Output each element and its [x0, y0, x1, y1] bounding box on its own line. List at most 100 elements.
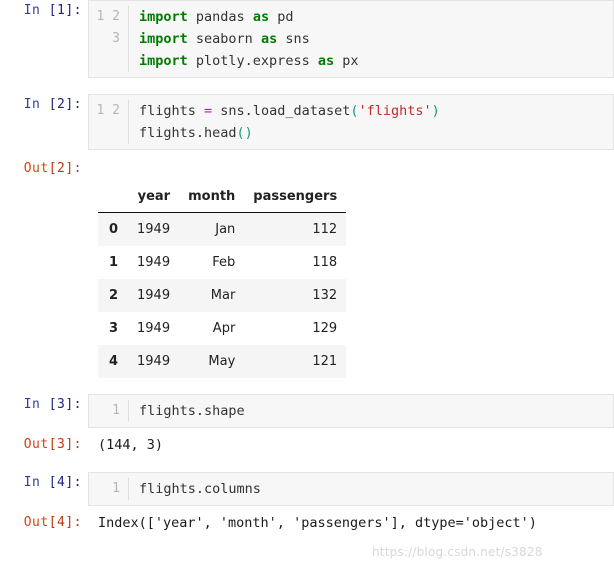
dataframe-cell: Apr — [212, 321, 236, 336]
code-token: as — [252, 9, 270, 25]
dataframe-cell: 1949 — [137, 321, 171, 336]
code-token: pandas — [187, 9, 253, 25]
dataframe-cell: Mar — [210, 288, 236, 303]
line-number-gutter-1: 1 2 3 — [89, 6, 129, 72]
output-text-3: (144, 3) — [98, 437, 164, 453]
code-token: ) — [431, 103, 440, 119]
notebook-output-3: Out[3]: (144, 3) — [0, 434, 614, 456]
dataframe-body: 0 1949 Jan 112 1 1949 Feb 118 2 1949 Mar 132 3 1949 Ap… — [98, 212, 347, 378]
prompt-out-3: Out[3]: — [0, 434, 88, 456]
code-line: import seaborn as sns — [139, 28, 613, 50]
line-number-gutter-2: 1 2 — [89, 100, 129, 144]
code-line: import plotly.express as px — [139, 50, 613, 72]
code-editor-4[interactable]: 1 flights.columns — [88, 472, 614, 506]
table-row: 4 1949 May 121 — [98, 345, 347, 378]
cell-spacer — [0, 150, 614, 158]
code-token: flights.shape — [139, 403, 245, 419]
prompt-out-4: Out[4]: — [0, 512, 88, 534]
code-text-4[interactable]: flights.columns — [129, 478, 613, 500]
notebook-cell-3[interactable]: In [3]: 1 flights.shape — [0, 394, 614, 428]
prompt-count: [4]: — [48, 475, 82, 490]
dataframe-cell: 1949 — [137, 255, 171, 270]
table-row: 2 1949 Mar 132 — [98, 279, 347, 312]
code-token: as — [260, 31, 278, 47]
dataframe-cell: 121 — [312, 354, 338, 369]
notebook-cell-1[interactable]: In [1]: 1 2 3 import pandas as pd import … — [0, 0, 614, 78]
code-line: flights = sns.load_dataset('flights') — [139, 100, 613, 122]
dataframe-cell: 1949 — [137, 222, 171, 237]
dataframe-cell: Feb — [212, 255, 236, 270]
code-token: = — [204, 103, 213, 119]
cell-spacer — [0, 378, 614, 394]
code-token: pd — [269, 9, 294, 25]
dataframe-head: year month passengers — [98, 180, 347, 213]
prompt-count: [3]: — [48, 397, 82, 412]
dataframe-cell: Jan — [215, 222, 236, 237]
prompt-label: Out — [23, 515, 49, 530]
watermark: https://blog.csdn.net/s3828 — [372, 545, 543, 559]
dataframe-header-row: year month passengers — [98, 180, 347, 213]
prompt-out-2: Out[2]: — [0, 158, 88, 180]
dataframe-column-header: month — [179, 180, 245, 213]
code-token: import — [139, 53, 188, 69]
notebook-cell-2[interactable]: In [2]: 1 2 flights = sns.load_dataset('… — [0, 94, 614, 150]
code-token: flights.columns — [139, 481, 261, 497]
code-line: flights.shape — [139, 400, 613, 422]
notebook-cell-4[interactable]: In [4]: 1 flights.columns — [0, 472, 614, 506]
code-token: sns.load_dataset — [212, 103, 351, 119]
dataframe-cell: 1949 — [137, 354, 171, 369]
code-text-1[interactable]: import pandas as pd import seaborn as sns… — [129, 6, 613, 72]
prompt-in-2: In [2]: — [0, 94, 88, 116]
prompt-in-4: In [4]: — [0, 472, 88, 494]
dataframe-cell: 129 — [312, 321, 338, 336]
dataframe-row-index: 3 — [108, 321, 118, 336]
code-token: flights — [139, 103, 205, 119]
dataframe-cell: 1949 — [137, 288, 171, 303]
code-token: seaborn — [187, 31, 261, 47]
code-editor-3[interactable]: 1 flights.shape — [88, 394, 614, 428]
dataframe-row-index: 0 — [108, 222, 118, 237]
prompt-label: In — [23, 475, 41, 490]
code-token: plotly.express — [187, 53, 318, 69]
prompt-count: [2]: — [48, 97, 82, 112]
dataframe-table-wrap: year month passengers 0 1949 Jan 1 12 1 1949 Feb 1… — [88, 180, 614, 378]
line-number-gutter-4: 1 — [89, 478, 129, 500]
prompt-count: [2]: — [48, 161, 82, 176]
dataframe-cell: 132 — [312, 288, 338, 303]
prompt-label: Out — [23, 437, 49, 452]
code-text-2[interactable]: flights = sns.load_dataset('flights') fli… — [129, 100, 613, 144]
line-number-gutter-3: 1 — [89, 400, 129, 422]
prompt-in-3: In [3]: — [0, 394, 88, 416]
code-text-3[interactable]: flights.shape — [129, 400, 613, 422]
code-token: sns — [277, 31, 310, 47]
dataframe-row-container: year month passengers 0 1949 Jan 1 12 1 1949 Feb 1… — [0, 180, 614, 378]
prompt-label: Out — [23, 161, 49, 176]
dataframe-index-header — [98, 180, 128, 213]
notebook-output-4: Out[4]: Index(['year', 'month', 'passeng… — [0, 512, 614, 534]
prompt-in-1: In [1]: — [0, 0, 88, 22]
table-row: 3 1949 Apr 129 — [98, 312, 347, 345]
dataframe-table: year month passengers 0 1949 Jan 1 12 1 1949 Feb 1… — [98, 180, 347, 378]
dataframe-column-header: year — [128, 180, 180, 213]
prompt-count: [4]: — [48, 515, 82, 530]
code-token: 'flights' — [358, 103, 432, 119]
prompt-count: [3]: — [48, 437, 82, 452]
code-editor-2[interactable]: 1 2 flights = sns.load_dataset('flights'… — [88, 94, 614, 150]
code-token: () — [236, 125, 253, 141]
code-line: flights.columns — [139, 478, 613, 500]
cell-spacer — [0, 78, 614, 94]
code-token: import — [139, 9, 188, 25]
prompt-label: In — [23, 397, 41, 412]
dataframe-row-index: 1 — [108, 255, 118, 270]
table-row: 1 1949 Feb 118 — [98, 246, 347, 279]
prompt-count: [1]: — [48, 3, 82, 18]
code-line: flights.head() — [139, 122, 613, 144]
prompt-label: In — [23, 3, 41, 18]
output-text-4: Index(['year', 'month', 'passengers'], d… — [98, 515, 537, 531]
code-editor-1[interactable]: 1 2 3 import pandas as pd import seaborn … — [88, 0, 614, 78]
dataframe-row-index: 4 — [108, 354, 118, 369]
notebook-output-2: Out[2]: — [0, 158, 614, 180]
cell-spacer — [0, 456, 614, 472]
table-row: 0 1949 Jan 112 — [98, 212, 347, 246]
prompt-label: In — [23, 97, 41, 112]
